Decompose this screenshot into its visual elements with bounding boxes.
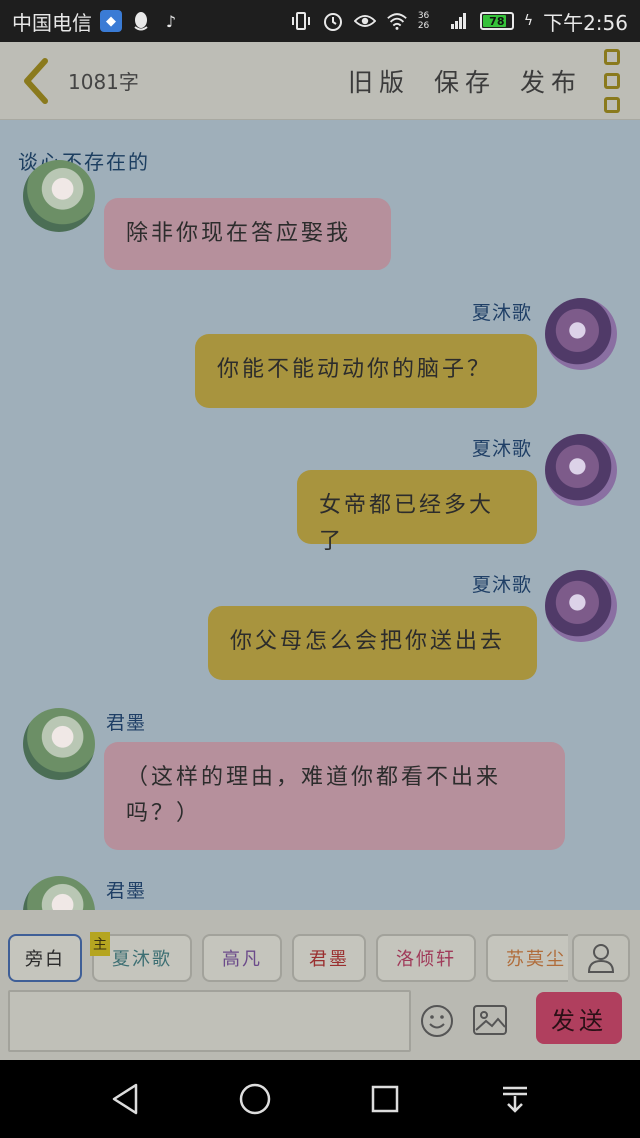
clock: 下午2:56 <box>543 10 628 35</box>
more-menu-button[interactable] <box>604 48 624 113</box>
host-badge: 主 <box>90 932 110 956</box>
avatar[interactable] <box>23 708 95 780</box>
composer-panel: 主 旁白 夏沐歌 高凡 君墨 洛倾轩 苏莫尘 发送 <box>0 910 640 1060</box>
editor-header: 1081字 旧版 保存 发布 <box>0 42 640 120</box>
chat-area[interactable]: 谈心不存在的 除非你现在答应娶我 夏沐歌 你能不能动动你的脑子？ 夏沐歌 女帝都… <box>0 120 640 910</box>
message-bubble[interactable]: 你父母怎么会把你送出去 <box>208 606 537 680</box>
role-chip-narrator[interactable]: 旁白 <box>8 934 82 982</box>
sender-name: 夏沐歌 <box>472 438 533 460</box>
publish-button[interactable]: 发布 <box>520 63 582 99</box>
signal-text: 36 26 <box>417 11 430 31</box>
status-bar: 中国电信 ◆ ♪ 36 26 78 ϟ 下午2:56 <box>0 0 640 42</box>
square-recents-icon <box>371 1085 399 1113</box>
image-button[interactable] <box>472 1004 508 1038</box>
sender-name: 君墨 <box>106 880 147 902</box>
alarm-icon <box>322 10 344 32</box>
chevron-left-icon <box>24 57 48 104</box>
sender-name: 夏沐歌 <box>472 302 533 324</box>
message-bubble[interactable]: 女帝都已经多大了 <box>297 470 537 554</box>
role-chip[interactable]: 高凡 <box>202 934 282 982</box>
menu-square-icon <box>604 72 620 89</box>
save-button[interactable]: 保存 <box>434 63 496 99</box>
message-bubble[interactable]: （这样的理由，难道你都看不出来吗？） <box>104 742 565 850</box>
role-chip[interactable]: 苏莫尘 <box>486 934 568 982</box>
send-button[interactable]: 发送 <box>536 992 622 1044</box>
word-count: 1081字 <box>68 70 139 94</box>
circle-home-icon <box>239 1083 271 1115</box>
old-version-button[interactable]: 旧版 <box>348 63 410 99</box>
avatar[interactable] <box>545 570 617 642</box>
nav-recents-button[interactable] <box>363 1077 407 1121</box>
vibrate-icon <box>290 10 312 32</box>
sender-name: 君墨 <box>106 712 147 734</box>
back-button[interactable] <box>16 56 56 106</box>
avatar[interactable] <box>23 160 95 232</box>
message-input[interactable] <box>8 990 411 1052</box>
signal-icon <box>448 10 470 32</box>
menu-square-icon <box>604 48 620 65</box>
nav-home-button[interactable] <box>233 1077 277 1121</box>
qq-icon <box>130 10 152 32</box>
triangle-back-icon <box>112 1083 138 1115</box>
battery-icon: 78 <box>479 12 514 30</box>
emoji-button[interactable] <box>420 1004 454 1038</box>
avatar[interactable] <box>23 876 95 910</box>
nav-back-button[interactable] <box>103 1077 147 1121</box>
sender-name: 夏沐歌 <box>472 574 533 596</box>
smiley-icon <box>421 1005 453 1037</box>
image-icon <box>473 1005 507 1035</box>
nav-notification-button[interactable] <box>493 1077 537 1121</box>
wifi-icon <box>386 10 408 32</box>
avatar[interactable] <box>545 298 617 370</box>
menu-square-icon <box>604 96 620 113</box>
pull-down-icon <box>503 1086 527 1113</box>
role-manage-button[interactable] <box>572 934 630 982</box>
system-nav-bar <box>0 1060 640 1138</box>
role-chip[interactable]: 君墨 <box>292 934 366 982</box>
person-icon <box>587 944 615 973</box>
carrier-name: 中国电信 <box>12 10 92 35</box>
shield-app-icon: ◆ <box>100 10 122 32</box>
battery-level: 78 <box>489 14 505 28</box>
message-bubble[interactable]: 除非你现在答应娶我 <box>104 198 391 270</box>
message-bubble[interactable]: 你能不能动动你的脑子？ <box>195 334 537 408</box>
avatar[interactable] <box>545 434 617 506</box>
role-chip[interactable]: 洛倾轩 <box>376 934 476 982</box>
tiktok-icon: ♪ <box>165 11 177 31</box>
charging-icon: ϟ <box>523 13 534 29</box>
eye-icon <box>353 10 376 32</box>
